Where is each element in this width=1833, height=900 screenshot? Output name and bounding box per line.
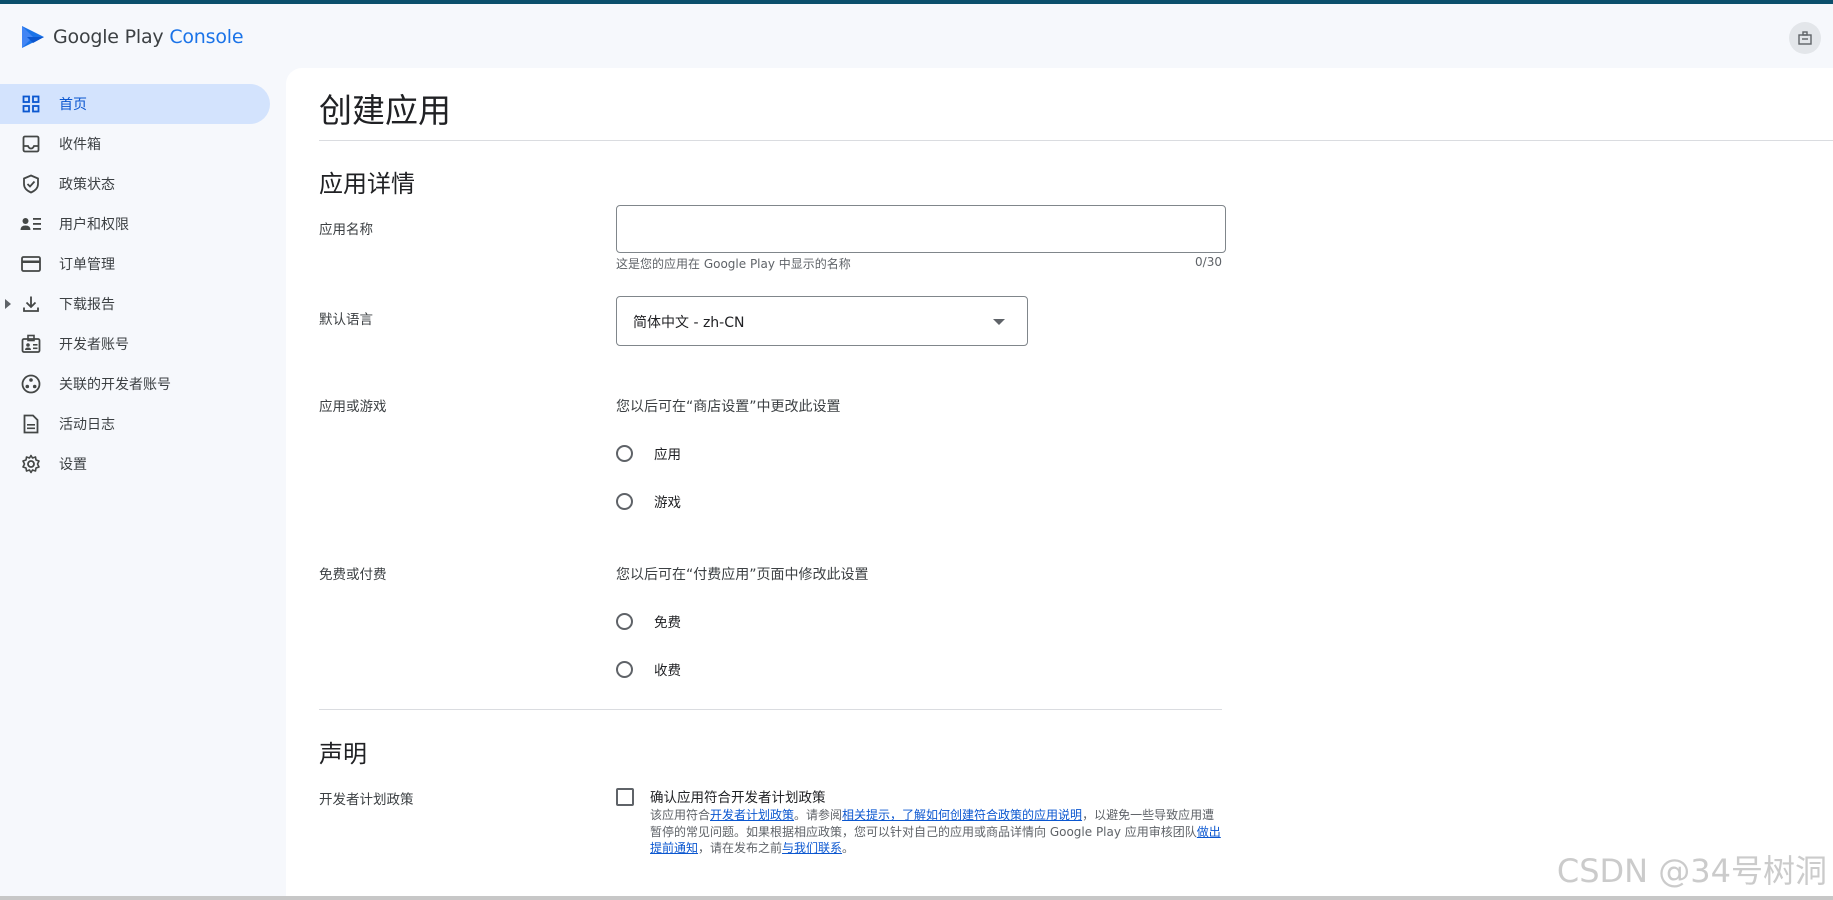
app-or-game-label: 应用或游戏 [319, 399, 387, 415]
sidebar-item-label: 收件箱 [59, 137, 101, 153]
radio-button[interactable] [616, 660, 633, 678]
sidebar-item-label: 政策状态 [59, 177, 115, 193]
title-divider [319, 140, 1833, 141]
sidebar-item-label: 用户和权限 [59, 217, 129, 233]
radio-label: 收费 [654, 663, 681, 679]
sidebar-item-activity-log[interactable]: 活动日志 [0, 404, 290, 444]
bottom-edge [0, 896, 1833, 900]
sidebar-item-settings[interactable]: 设置 [0, 444, 290, 484]
admin-panel-button[interactable] [1789, 22, 1821, 54]
main-content: 创建应用 应用详情 应用名称 这是您的应用在 Google Play 中显示的名… [286, 68, 1833, 900]
app-name-input[interactable] [616, 205, 1226, 253]
sidebar-item-label: 首页 [59, 97, 87, 113]
developer-program-policy-link[interactable]: 开发者计划政策 [710, 808, 794, 822]
sidebar-item-label: 开发者账号 [59, 337, 129, 353]
sidebar-item-label: 订单管理 [59, 257, 115, 273]
logo-text-main: Google Play [53, 26, 164, 48]
radio-option-paid[interactable]: 收费 [616, 657, 681, 681]
badge-icon [20, 334, 42, 354]
expand-arrow-icon[interactable] [5, 299, 11, 309]
policy-desc-text: 。请参阅 [794, 808, 843, 822]
watermark: CSDN @34号树洞 [1556, 852, 1827, 890]
radio-button[interactable] [616, 444, 633, 462]
sidebar-item-label: 关联的开发者账号 [59, 377, 171, 393]
sidebar-item-label: 下载报告 [59, 297, 115, 313]
sidebar-item-download-reports[interactable]: 下载报告 [0, 284, 290, 324]
app-header: Google Play Console [0, 4, 1833, 68]
dashboard-grid-icon [20, 94, 42, 114]
gear-icon [20, 454, 42, 474]
default-language-label: 默认语言 [319, 312, 373, 328]
page-title: 创建应用 [319, 91, 451, 130]
policy-desc-text: 该应用符合 [650, 808, 711, 822]
people-list-icon [20, 214, 42, 234]
linked-accounts-icon [20, 374, 42, 394]
play-console-logo-icon [22, 26, 44, 48]
policy-tips-link[interactable]: 相关提示，了解如何创建符合政策的应用说明 [842, 808, 1082, 822]
free-or-paid-label: 免费或付费 [319, 567, 387, 583]
radio-option-free[interactable]: 免费 [616, 609, 681, 633]
policy-desc-text: ，请在发布之前 [698, 841, 783, 855]
admin-panel-icon [1798, 31, 1812, 45]
chevron-down-icon [993, 319, 1005, 325]
policy-desc-text: 。 [842, 841, 855, 855]
sidebar-item-linked-developer-accounts[interactable]: 关联的开发者账号 [0, 364, 290, 404]
radio-label: 免费 [654, 615, 681, 631]
default-language-select[interactable]: 简体中文 - zh-CN [616, 296, 1028, 346]
radio-option-app[interactable]: 应用 [616, 441, 681, 465]
app-name-counter: 0/30 [1195, 255, 1222, 269]
sidebar-item-label: 活动日志 [59, 417, 115, 433]
sidebar-item-users-permissions[interactable]: 用户和权限 [0, 204, 290, 244]
sidebar-item-policy-status[interactable]: 政策状态 [0, 164, 290, 204]
sidebar-item-developer-account[interactable]: 开发者账号 [0, 324, 290, 364]
developer-policy-label: 开发者计划政策 [319, 792, 414, 808]
section-title-declarations: 声明 [319, 740, 367, 768]
inbox-icon [20, 134, 42, 154]
sidebar-item-order-management[interactable]: 订单管理 [0, 244, 290, 284]
document-icon [20, 414, 42, 434]
radio-option-game[interactable]: 游戏 [616, 489, 681, 513]
play-console-logo[interactable]: Google Play Console [20, 24, 244, 50]
sidebar-item-inbox[interactable]: 收件箱 [0, 124, 290, 164]
sidebar-item-home[interactable]: 首页 [0, 84, 270, 124]
radio-button[interactable] [616, 492, 633, 510]
app-or-game-description: 您以后可在“商店设置”中更改此设置 [616, 399, 841, 415]
policy-confirm-label[interactable]: 确认应用符合开发者计划政策 [650, 786, 826, 806]
section-divider [319, 709, 1222, 710]
sidebar-nav: 首页 收件箱 政策状态 用户和权限 订单管理 下载报告 开发者账号 关联的开发者… [0, 84, 290, 484]
free-or-paid-description: 您以后可在“付费应用”页面中修改此设置 [616, 567, 869, 583]
sidebar-item-label: 设置 [59, 457, 87, 473]
radio-label: 游戏 [654, 495, 681, 511]
app-name-hint: 这是您的应用在 Google Play 中显示的名称 [616, 257, 851, 271]
logo-text: Google Play Console [53, 26, 244, 48]
section-title-app-details: 应用详情 [319, 170, 415, 198]
policy-description: 该应用符合开发者计划政策。请参阅相关提示，了解如何创建符合政策的应用说明，以避免… [650, 807, 1225, 857]
radio-button[interactable] [616, 612, 633, 630]
logo-text-accent: Console [169, 26, 244, 48]
download-icon [20, 294, 42, 314]
credit-card-icon [20, 254, 42, 274]
shield-check-icon [20, 174, 42, 194]
contact-us-link[interactable]: 与我们联系 [782, 841, 842, 855]
default-language-value: 简体中文 - zh-CN [633, 315, 745, 331]
policy-confirm-checkbox[interactable] [616, 788, 634, 806]
radio-label: 应用 [654, 447, 681, 463]
app-name-label: 应用名称 [319, 222, 373, 238]
